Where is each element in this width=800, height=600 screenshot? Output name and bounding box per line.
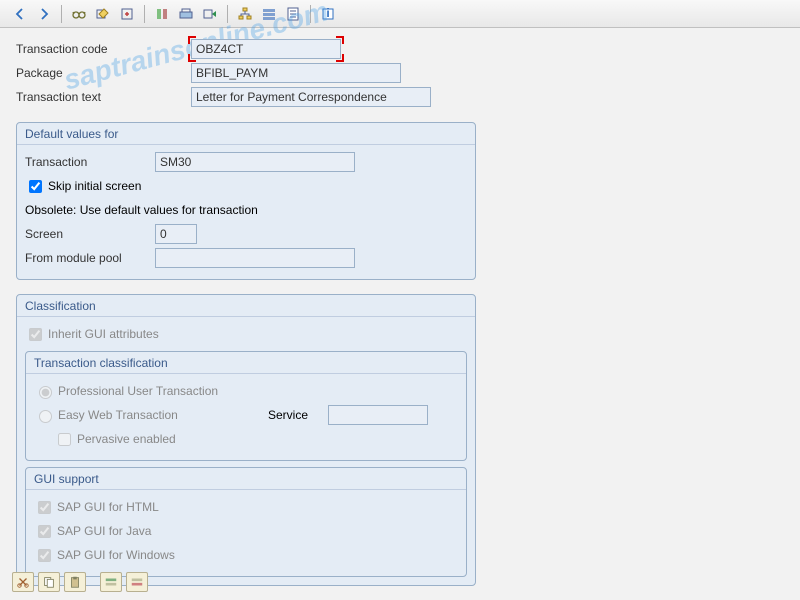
gui-win-checkbox — [38, 549, 51, 562]
content-area: Transaction code Package Transaction tex… — [0, 28, 800, 586]
ttext-field[interactable] — [191, 87, 431, 107]
check-icon[interactable] — [152, 4, 172, 24]
glasses-icon[interactable] — [69, 4, 89, 24]
back-icon[interactable] — [10, 4, 30, 24]
execute-icon[interactable] — [200, 4, 220, 24]
cut-icon[interactable] — [12, 572, 34, 592]
svg-text:i: i — [326, 6, 329, 20]
package-label: Package — [16, 66, 191, 80]
easy-label: Easy Web Transaction — [58, 408, 268, 422]
copy-icon[interactable] — [38, 572, 60, 592]
prof-label: Professional User Transaction — [58, 384, 218, 398]
pool-label: From module pool — [25, 251, 155, 265]
delete-row-icon[interactable] — [126, 572, 148, 592]
screen-label: Screen — [25, 227, 155, 241]
separator — [144, 5, 145, 23]
gui-win-label: SAP GUI for Windows — [57, 548, 175, 562]
gui-java-label: SAP GUI for Java — [57, 524, 151, 538]
skip-label: Skip initial screen — [48, 179, 141, 193]
defaults-group-title: Default values for — [17, 123, 475, 145]
inherit-checkbox — [29, 328, 42, 341]
toolbar: i — [0, 0, 800, 28]
pool-field[interactable] — [155, 248, 355, 268]
display-change-icon[interactable] — [93, 4, 113, 24]
gui-java-checkbox — [38, 525, 51, 538]
tcode-label: Transaction code — [16, 42, 191, 56]
prof-radio — [39, 386, 52, 399]
transaction-field[interactable] — [155, 152, 355, 172]
activate-icon[interactable] — [176, 4, 196, 24]
highlight-corner — [188, 36, 196, 44]
tcode-field[interactable] — [191, 39, 341, 59]
ttext-label: Transaction text — [16, 90, 191, 104]
classification-group-title: Classification — [17, 295, 475, 317]
inherit-label: Inherit GUI attributes — [48, 327, 159, 341]
paste-icon[interactable] — [64, 572, 86, 592]
pervasive-checkbox — [58, 433, 71, 446]
gui-subgroup-title: GUI support — [26, 468, 466, 490]
separator — [227, 5, 228, 23]
obsolete-text: Obsolete: Use default values for transac… — [25, 203, 258, 217]
screen-field[interactable] — [155, 224, 197, 244]
transaction-label: Transaction — [25, 155, 155, 169]
highlight-corner — [188, 54, 196, 62]
hierarchy-icon[interactable] — [235, 4, 255, 24]
object-list-icon[interactable] — [283, 4, 303, 24]
tc-subgroup-title: Transaction classification — [26, 352, 466, 374]
info-icon[interactable]: i — [318, 4, 338, 24]
highlight-corner — [336, 54, 344, 62]
service-field — [328, 405, 428, 425]
easy-radio — [39, 410, 52, 423]
other-object-icon[interactable] — [117, 4, 137, 24]
bottom-toolbar — [12, 572, 148, 592]
pervasive-label: Pervasive enabled — [77, 432, 176, 446]
separator — [310, 5, 311, 23]
highlight-corner — [336, 36, 344, 44]
service-label: Service — [268, 408, 328, 422]
insert-row-icon[interactable] — [100, 572, 122, 592]
where-used-icon[interactable] — [259, 4, 279, 24]
gui-html-checkbox — [38, 501, 51, 514]
gui-html-label: SAP GUI for HTML — [57, 500, 159, 514]
forward-icon[interactable] — [34, 4, 54, 24]
separator — [61, 5, 62, 23]
package-field[interactable] — [191, 63, 401, 83]
skip-checkbox[interactable] — [29, 180, 42, 193]
